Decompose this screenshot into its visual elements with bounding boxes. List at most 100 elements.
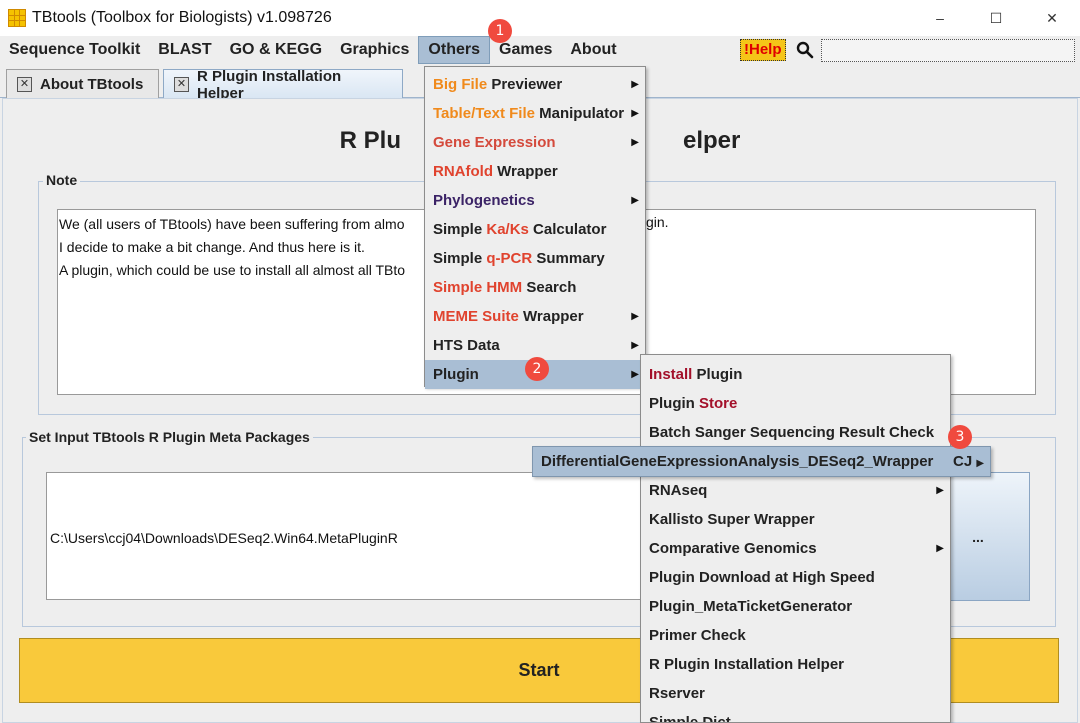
menu-item-text: Table/Text File	[433, 105, 535, 122]
close-icon[interactable]: ✕	[17, 77, 32, 92]
menu-bar: Sequence Toolkit BLAST GO & KEGG Graphic…	[0, 36, 1080, 64]
minimize-button[interactable]: –	[912, 0, 968, 36]
menu-item-text: Comparative Genomics	[649, 540, 817, 557]
step-badge-3: 3	[948, 425, 972, 449]
menu-item-text: Wrapper	[518, 308, 584, 325]
menu-item-batch-sanger-sequencing-result-check[interactable]: Batch Sanger Sequencing Result Check	[641, 418, 950, 447]
menu-item-text: R Plugin Installation Helper	[649, 656, 845, 673]
others-dropdown-menu: Big File Previewer ▶ Table/Text File Manip…	[424, 66, 646, 389]
tbtools-logo-icon	[8, 9, 26, 27]
menu-item-text: Simple	[433, 250, 487, 267]
menu-item-rserver[interactable]: Rserver	[641, 679, 950, 708]
title-bar: TBtools (Toolbox for Biologists) v1.0987…	[0, 0, 1080, 36]
menu-item-big-file-previewer[interactable]: Big File Previewer ▶	[425, 70, 645, 99]
menu-go-kegg[interactable]: GO & KEGG	[221, 36, 331, 64]
menu-item-text: Search	[522, 279, 577, 296]
menu-item-plugin-metaticketgenerator[interactable]: Plugin_MetaTicketGenerator	[641, 592, 950, 621]
search-input[interactable]	[821, 39, 1075, 62]
note-line-tail: gin.	[646, 214, 669, 230]
menu-item-plugin-download-at-high-speed[interactable]: Plugin Download at High Speed	[641, 563, 950, 592]
help-button[interactable]: !Help	[740, 39, 786, 61]
step-badge-2: 2	[525, 357, 549, 381]
menu-item-gene-expression[interactable]: Gene Expression ▶	[425, 128, 645, 157]
menu-item-text: Plugin	[433, 366, 479, 383]
menu-item-text: Big File	[433, 76, 488, 93]
tab-r-plugin-installation-helper[interactable]: ✕ R Plugin Installation Helper	[163, 67, 403, 102]
chevron-right-icon: ▶	[631, 311, 639, 322]
maximize-button[interactable]: ☐	[968, 0, 1024, 36]
meta-packages-label: Set Input TBtools R Plugin Meta Packages	[26, 429, 313, 445]
menu-item-text: Store	[699, 395, 738, 412]
menu-item-text: Plugin Download at High Speed	[649, 569, 875, 586]
menu-item-phylogenetics[interactable]: Phylogenetics ▶	[425, 186, 645, 215]
menu-item-kallisto-super-wrapper[interactable]: Kallisto Super Wrapper	[641, 505, 950, 534]
close-window-button[interactable]: ✕	[1024, 0, 1080, 36]
menu-item-plugin-store[interactable]: Plugin Store	[641, 389, 950, 418]
menu-item-text: RNAseq	[649, 482, 708, 499]
chevron-right-icon: ▶	[631, 108, 639, 119]
chevron-right-icon: ▶	[976, 458, 985, 469]
menu-item-text: HTS Data	[433, 337, 500, 354]
menu-others[interactable]: Others	[418, 36, 490, 64]
menu-item-text: Primer Check	[649, 627, 746, 644]
path-value: C:\Users\ccj04\Downloads\DESeq2.Win64.Me…	[50, 530, 398, 546]
menu-item-text: Manipulator	[534, 105, 625, 122]
menu-sequence-toolkit[interactable]: Sequence Toolkit	[0, 36, 149, 64]
menu-item-table-text-file-manipulator[interactable]: Table/Text File Manipulator ▶	[425, 99, 645, 128]
menu-item-simple-hmm-search[interactable]: Simple HMM Search	[425, 273, 645, 302]
menu-item-text: Gene Expression	[433, 134, 556, 151]
chevron-right-icon: ▶	[936, 485, 944, 496]
chevron-right-icon: ▶	[631, 369, 639, 380]
menu-item-rnafold-wrapper[interactable]: RNAfold Wrapper	[425, 157, 645, 186]
plugin-submenu: Install Plugin Plugin Store Batch Sanger S…	[640, 354, 951, 723]
chevron-right-icon: ▶	[631, 195, 639, 206]
menu-item-text: Plugin	[692, 366, 743, 383]
menu-item-primer-check[interactable]: Primer Check	[641, 621, 950, 650]
menu-item-text: Simple	[433, 221, 487, 238]
menu-item-text: Kallisto Super Wrapper	[649, 511, 815, 528]
cj-label: CJ	[953, 453, 973, 470]
menu-item-deseq2-wrapper[interactable]: DifferentialGeneExpressionAnalysis_DESeq…	[541, 447, 933, 476]
deseq2-submenu: DifferentialGeneExpressionAnalysis_DESeq…	[532, 446, 991, 477]
chevron-right-icon: ▶	[631, 340, 639, 351]
menu-item-text: MEME Suite	[433, 308, 519, 325]
window-controls: – ☐ ✕	[912, 0, 1080, 36]
menu-item-rnaseq[interactable]: RNAseq ▶	[641, 476, 950, 505]
search-icon[interactable]	[796, 41, 814, 59]
menu-item-simple-q-pcr-summary[interactable]: Simple q-PCR Summary	[425, 244, 645, 273]
menu-item-text: Previewer	[487, 76, 563, 93]
menu-graphics[interactable]: Graphics	[331, 36, 418, 64]
chevron-right-icon: ▶	[936, 543, 944, 554]
menu-item-hts-data[interactable]: HTS Data ▶	[425, 331, 645, 360]
step-badge-1: 1	[488, 19, 512, 43]
menu-item-text: Wrapper	[493, 163, 558, 180]
menu-item-text: Summary	[532, 250, 605, 267]
tab-label: About TBtools	[40, 76, 144, 93]
tab-label: R Plugin Installation Helper	[197, 67, 342, 102]
menu-item-install-plugin[interactable]: Install Plugin	[641, 360, 950, 389]
menu-item-text: q-PCR	[486, 250, 533, 267]
note-label: Note	[43, 172, 81, 188]
menu-item-meme-suite-wrapper[interactable]: MEME Suite Wrapper ▶	[425, 302, 645, 331]
menu-item-text: Batch Sanger Sequencing Result Check	[649, 424, 935, 441]
menu-item-text: Simple HMM	[433, 279, 523, 296]
chevron-right-icon: ▶	[631, 137, 639, 148]
menu-item-text: Plugin_MetaTicketGenerator	[649, 598, 853, 615]
menu-item-comparative-genomics[interactable]: Comparative Genomics ▶	[641, 534, 950, 563]
menu-item-simple-ka-ks-calculator[interactable]: Simple Ka/Ks Calculator	[425, 215, 645, 244]
page-title-tail: elper	[682, 127, 741, 154]
page-title-head: R Plu	[339, 127, 401, 154]
menu-item-simple-dict[interactable]: Simple Dict	[641, 708, 950, 722]
menu-item-cj[interactable]: CJ ▶	[953, 447, 984, 476]
close-icon[interactable]: ✕	[174, 77, 189, 92]
meta-package-path-field[interactable]: C:\Users\ccj04\Downloads\DESeq2.Win64.Me…	[46, 472, 646, 600]
menu-item-text: Ka/Ks	[486, 221, 529, 238]
menu-item-text: Plugin	[649, 395, 699, 412]
menu-blast[interactable]: BLAST	[149, 36, 220, 64]
menu-item-text: Calculator	[528, 221, 607, 238]
menu-item-text: Phylogenetics	[433, 192, 535, 209]
menu-item-r-plugin-installation-helper[interactable]: R Plugin Installation Helper	[641, 650, 950, 679]
tab-about-tbtools[interactable]: ✕ About TBtools	[6, 69, 159, 99]
menu-about[interactable]: About	[561, 36, 625, 64]
menu-item-text: RNAfold	[433, 163, 493, 180]
